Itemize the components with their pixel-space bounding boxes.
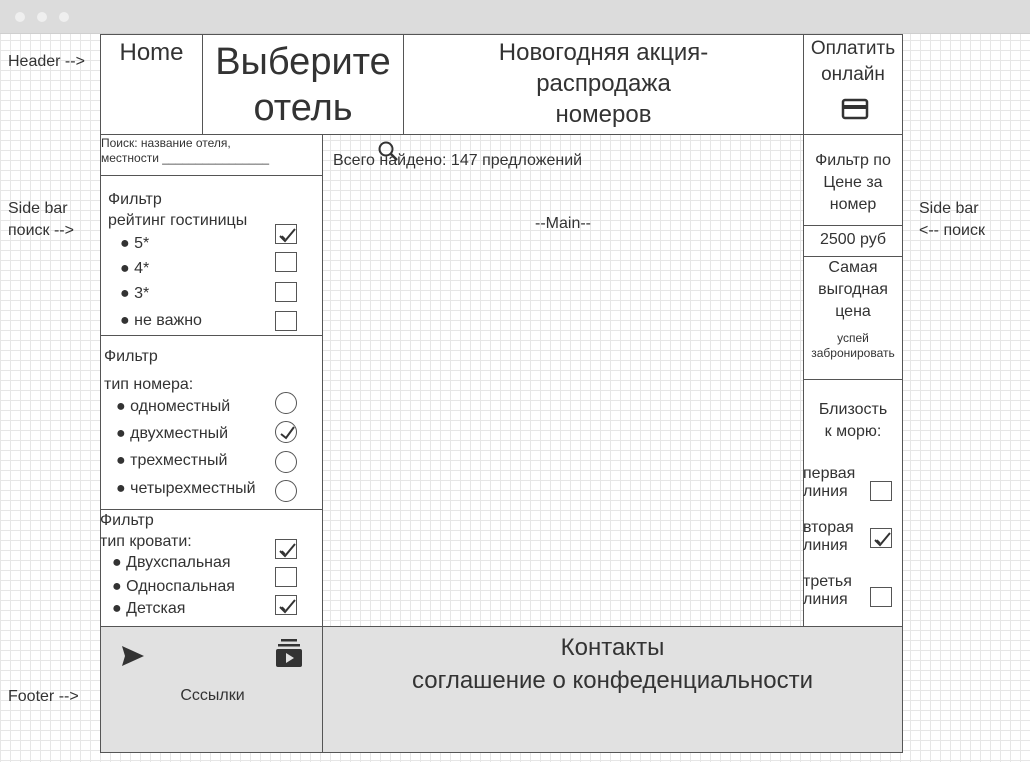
credit-card-icon [841,98,869,120]
rating-4-checkbox[interactable] [275,252,297,272]
bed-option: ● Детская [112,600,186,617]
best-price-title: цена [835,303,871,320]
filter-title: Близость [818,401,888,418]
annotation-line: Side bar [919,200,979,217]
bed-option: ● Двухспальная [112,554,231,571]
price-value-field[interactable]: 2500 руб [803,225,903,257]
results-count: Всего найдено: 147 предложений [333,152,583,169]
best-price-block[interactable]: Самая выгодная цена успей забронировать [803,256,903,380]
sea-second-line-checkbox[interactable] [870,528,892,548]
filter-title: Фильтр [104,348,158,365]
bed-option: ● Односпальная [112,578,235,595]
room-single-radio[interactable] [275,392,297,414]
room-double-radio[interactable] [275,421,297,443]
bed-double-checkbox[interactable] [275,539,297,559]
book-now-text: забронировать [811,346,895,360]
window-titlebar [0,0,1030,34]
subscriptions-icon[interactable] [275,638,303,668]
main-placeholder: --Main-- [535,215,591,232]
pay-online-button[interactable]: Оплатить онлайн [803,34,903,135]
bed-child-checkbox[interactable] [275,595,297,615]
sea-option: третья линия [803,573,852,608]
price-filter: Фильтр по Цене за номер [803,134,903,226]
right-sidebar-annotation: Side bar <-- поиск [919,198,985,242]
home-label: Home [119,39,184,66]
rating-option: ● 4* [120,260,150,277]
contacts-link[interactable]: Контакты [323,631,902,664]
rating-option: ● 5* [120,235,150,252]
sea-third-line-checkbox[interactable] [870,587,892,607]
pay-line: Оплатить [810,38,896,59]
rating-5-checkbox[interactable] [275,224,297,244]
footer-contacts-block: Контакты соглашение о конфеденциальности [322,626,903,753]
filter-title: рейтинг гостиницы [108,212,248,229]
window-dot [59,12,69,22]
filter-title: тип кровати: [100,533,192,550]
window-dot [37,12,47,22]
room-option: ● одноместный [116,398,231,415]
links-text[interactable]: Сссылки [101,687,324,705]
best-price-title: Самая [828,259,878,276]
window-dot [15,12,25,22]
annotation-line: <-- поиск [919,222,985,239]
left-sidebar-annotation: Side bar поиск --> [8,198,74,242]
promo-line: номеров [555,101,652,128]
choose-hotel-heading: Выберите отель [202,34,404,135]
sea-first-line-checkbox[interactable] [870,481,892,501]
filter-title: Фильтр [100,512,154,529]
main-area: Всего найдено: 147 предложений --Main-- [322,134,804,627]
privacy-agreement-link[interactable]: соглашение о конфеденциальности [323,664,902,697]
footer-links-block: Сссылки [100,626,323,753]
search-placeholder: Поиск: название отеля, [101,136,231,150]
filter-title: Фильтр [108,191,162,208]
filter-title: Цене за [823,174,883,191]
choose-hotel-line: отель [253,87,353,129]
annotation-line: поиск --> [8,222,74,239]
promo-line: распродажа [536,70,671,97]
footer-annotation: Footer --> [8,688,79,705]
promo-banner[interactable]: Новогодняя акция- распродажа номеров [403,34,804,135]
home-link[interactable]: Home [100,34,203,135]
filter-title: тип номера: [104,376,194,393]
search-box[interactable]: Поиск: название отеля, местности _______… [100,134,398,176]
send-icon[interactable] [120,644,146,668]
filter-title: Фильтр по [815,152,891,169]
annotation-line: Side bar [8,200,68,217]
rating-any-checkbox[interactable] [275,311,297,331]
book-now-text: успей [837,331,869,345]
room-option: ● двухместный [116,425,229,442]
room-option: ● трехместный [116,452,228,469]
search-placeholder: местности ________________ [101,151,270,165]
filter-title: к морю: [824,423,882,440]
rating-option: ● 3* [120,285,150,302]
pay-line: онлайн [821,64,885,85]
filter-title: номер [829,196,877,213]
room-triple-radio[interactable] [275,451,297,473]
bed-single-checkbox[interactable] [275,567,297,587]
rating-3-checkbox[interactable] [275,282,297,302]
choose-hotel-line: Выберите [215,41,391,83]
room-quad-radio[interactable] [275,480,297,502]
room-option: ● четырехместный [116,480,256,497]
sea-option: вторая линия [803,519,854,554]
header-annotation: Header --> [8,53,85,70]
best-price-title: выгодная [818,281,888,298]
sea-option: первая линия [803,465,856,500]
promo-line: Новогодняя акция- [498,39,709,66]
rating-option: ● не важно [120,312,202,329]
